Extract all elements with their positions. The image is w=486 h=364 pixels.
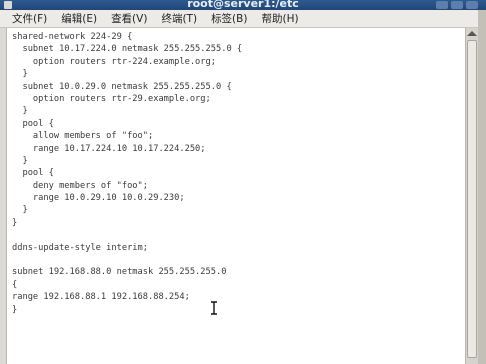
maximize-button[interactable]	[451, 1, 463, 9]
code-line: shared-network 224-29 {	[12, 32, 133, 42]
menu-bar: 文件(F) 编辑(E) 查看(V) 终端(T) 标签(B) 帮助(H)	[0, 10, 486, 28]
window-border	[478, 10, 486, 364]
window-title: root@server1:/etc	[187, 0, 299, 10]
code-line: range 10.17.224.10 10.17.224.250;	[12, 143, 206, 154]
terminal-window: root@server1:/etc 文件(F) 编辑(E) 查看(V) 终端(T…	[0, 0, 486, 364]
code-line: range 192.168.88.1 192.168.88.254;	[12, 292, 190, 303]
code-line: pool {	[12, 168, 54, 179]
code-line: ddns-update-style interim;	[12, 242, 148, 253]
menu-file[interactable]: 文件(F)	[0, 11, 54, 26]
menu-terminal[interactable]: 终端(T)	[154, 11, 204, 26]
code-line: }	[12, 205, 28, 216]
code-line: deny members of "foo";	[12, 180, 148, 191]
code-line: }	[12, 155, 28, 166]
minimize-button[interactable]	[436, 1, 448, 9]
code-line: option routers rtr-224.example.org;	[12, 56, 216, 67]
code-line: pool {	[12, 118, 54, 129]
config-text: shared-network 224-29 { subnet 10.17.224…	[12, 31, 242, 316]
vertical-scrollbar[interactable]	[465, 28, 478, 364]
i-beam-cursor-icon	[211, 301, 217, 315]
menu-help[interactable]: 帮助(H)	[254, 11, 305, 26]
code-line: }	[12, 304, 18, 315]
code-line: option routers rtr-29.example.org;	[12, 93, 211, 104]
menu-edit[interactable]: 编辑(E)	[54, 11, 104, 26]
scroll-up-arrow-icon[interactable]	[467, 31, 477, 36]
code-line: subnet 10.17.224.0 netmask 255.255.255.0…	[12, 44, 243, 55]
close-button[interactable]	[466, 1, 478, 9]
menu-tabs[interactable]: 标签(B)	[204, 11, 254, 26]
code-line: {	[12, 279, 18, 290]
code-line: subnet 10.0.29.0 netmask 255.255.255.0 {	[12, 81, 232, 92]
code-line: range 10.0.29.10 10.0.29.230;	[12, 193, 185, 204]
code-line: }	[12, 106, 28, 117]
code-line: subnet 192.168.88.0 netmask 255.255.255.…	[12, 267, 227, 278]
code-line: }	[12, 69, 28, 80]
terminal-text-area[interactable]: shared-network 224-29 { subnet 10.17.224…	[6, 28, 465, 364]
menu-view[interactable]: 查看(V)	[104, 11, 154, 26]
code-line: }	[12, 217, 18, 228]
code-line: allow members of "foo";	[12, 131, 154, 142]
title-bar[interactable]: root@server1:/etc	[0, 0, 486, 10]
scrollbar-thumb[interactable]	[467, 40, 477, 358]
